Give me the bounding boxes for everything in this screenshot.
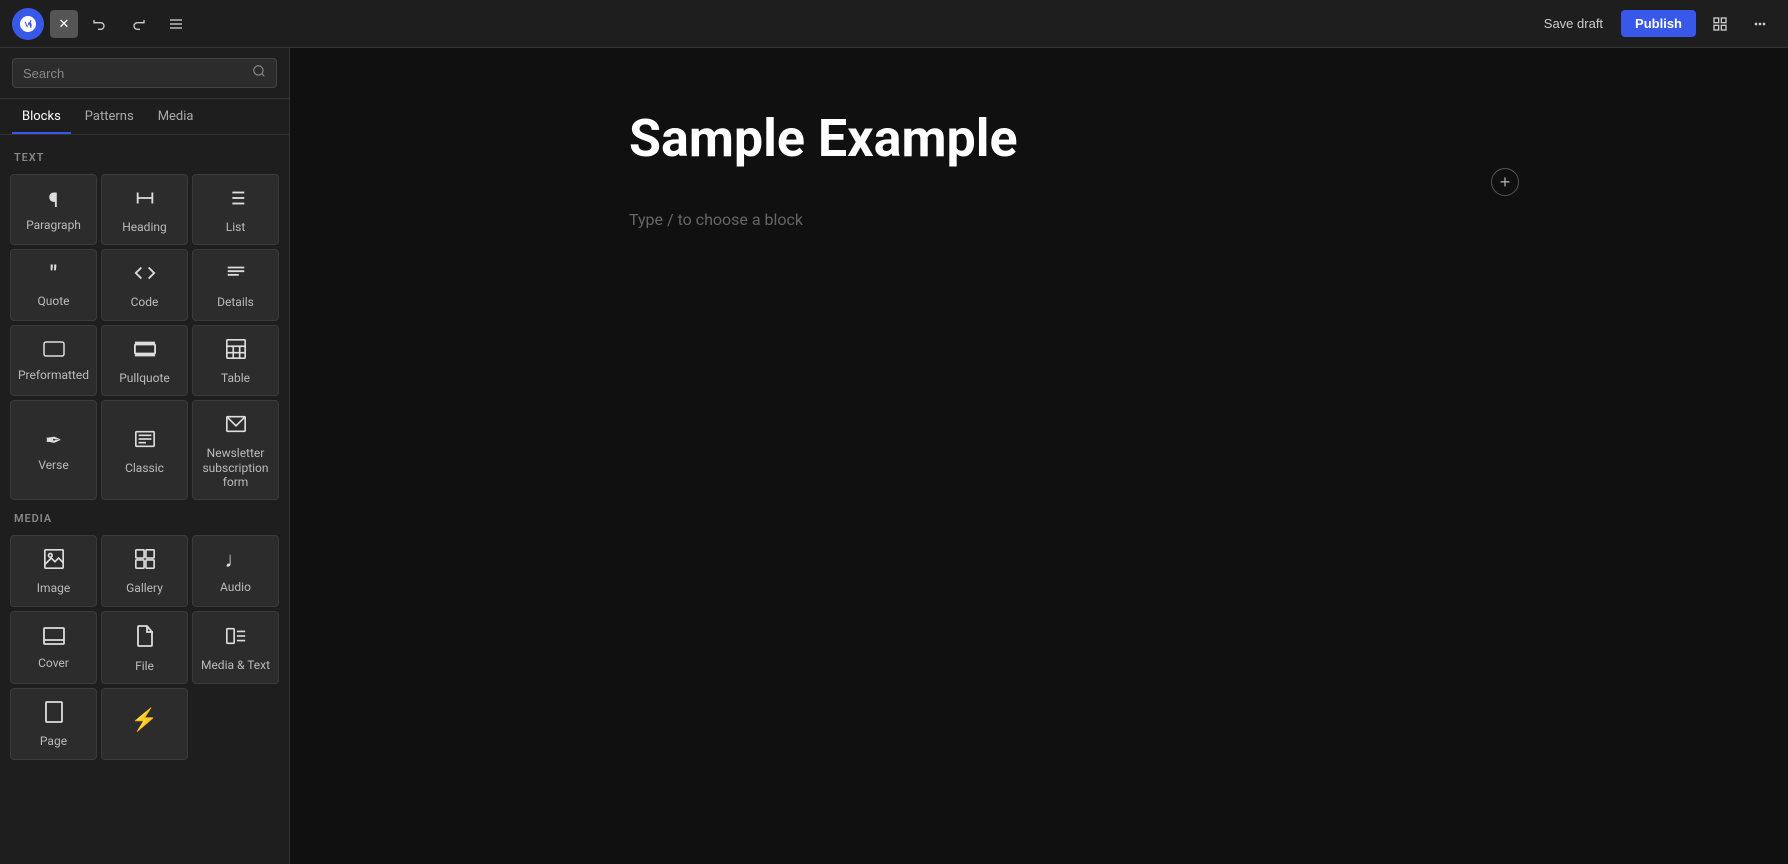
pullquote-icon bbox=[134, 338, 156, 363]
details-icon bbox=[225, 262, 247, 287]
verse-icon: ✒ bbox=[45, 430, 62, 450]
block-item-newsletter[interactable]: Newsletter subscription form bbox=[192, 400, 279, 500]
media-text-icon bbox=[225, 625, 247, 650]
block-item-classic[interactable]: Classic bbox=[101, 400, 188, 500]
block-item-list[interactable]: List bbox=[192, 174, 279, 245]
search-icon bbox=[252, 64, 266, 82]
block-item-details[interactable]: Details bbox=[192, 249, 279, 320]
block-item-quote[interactable]: " Quote bbox=[10, 249, 97, 320]
publish-button[interactable]: Publish bbox=[1621, 10, 1696, 37]
paragraph-icon: ¶ bbox=[49, 190, 59, 210]
block-label-table: Table bbox=[221, 371, 250, 385]
sidebar: Blocks Patterns Media TEXT ¶ Paragraph H… bbox=[0, 48, 290, 864]
block-item-preformatted[interactable]: Preformatted bbox=[10, 325, 97, 396]
block-item-page[interactable]: Page bbox=[10, 688, 97, 759]
block-item-heading[interactable]: Heading bbox=[101, 174, 188, 245]
block-item-code[interactable]: Code bbox=[101, 249, 188, 320]
block-item-verse[interactable]: ✒ Verse bbox=[10, 400, 97, 500]
tabs: Blocks Patterns Media bbox=[0, 99, 289, 135]
topbar-left: ✕ bbox=[12, 8, 192, 40]
preformatted-icon bbox=[43, 340, 65, 360]
block-label-gallery: Gallery bbox=[126, 581, 163, 595]
block-label-code: Code bbox=[131, 295, 159, 309]
list-icon bbox=[225, 187, 247, 212]
block-label-pullquote: Pullquote bbox=[119, 371, 170, 385]
block-label-classic: Classic bbox=[125, 461, 164, 475]
topbar: ✕ Save draft Publish bbox=[0, 0, 1788, 48]
gallery-icon bbox=[134, 548, 156, 573]
block-label-heading: Heading bbox=[122, 220, 167, 234]
text-block-grid: ¶ Paragraph Heading List " bbox=[10, 174, 279, 500]
canvas-area[interactable]: Sample Example Type / to choose a block … bbox=[290, 48, 1788, 864]
block-item-gallery[interactable]: Gallery bbox=[101, 535, 188, 606]
canvas-inner: Sample Example Type / to choose a block … bbox=[589, 48, 1489, 299]
block-item-media-text[interactable]: Media & Text bbox=[192, 611, 279, 684]
code-icon bbox=[134, 262, 156, 287]
save-draft-button[interactable]: Save draft bbox=[1534, 10, 1613, 37]
block-item-cover[interactable]: Cover bbox=[10, 611, 97, 684]
main-layout: Blocks Patterns Media TEXT ¶ Paragraph H… bbox=[0, 48, 1788, 864]
block-item-audio[interactable]: ♩ Audio bbox=[192, 535, 279, 606]
image-icon bbox=[43, 548, 65, 573]
heading-icon bbox=[134, 187, 156, 212]
tab-media[interactable]: Media bbox=[148, 99, 204, 134]
block-label-cover: Cover bbox=[38, 656, 69, 670]
classic-icon bbox=[134, 428, 156, 453]
block-placeholder[interactable]: Type / to choose a block bbox=[629, 200, 1449, 239]
table-icon bbox=[225, 338, 247, 363]
block-label-file: File bbox=[135, 659, 154, 673]
sidebar-scroll[interactable]: TEXT ¶ Paragraph Heading List bbox=[0, 135, 289, 864]
newsletter-icon bbox=[225, 413, 247, 438]
block-label-preformatted: Preformatted bbox=[18, 368, 89, 382]
block-label-newsletter: Newsletter subscription form bbox=[199, 446, 272, 489]
lightning-icon: ⚡ bbox=[131, 710, 158, 732]
redo-button[interactable] bbox=[122, 8, 154, 40]
page-icon bbox=[45, 701, 63, 726]
post-title[interactable]: Sample Example bbox=[629, 108, 1449, 170]
block-label-list: List bbox=[226, 220, 246, 234]
file-icon bbox=[135, 624, 155, 651]
topbar-right: Save draft Publish bbox=[1534, 8, 1776, 40]
block-label-media-text: Media & Text bbox=[201, 658, 270, 672]
block-label-details: Details bbox=[217, 295, 254, 309]
block-item-pullquote[interactable]: Pullquote bbox=[101, 325, 188, 396]
media-block-grid: Image Gallery ♩ Audio Cover bbox=[10, 535, 279, 759]
block-item-paragraph[interactable]: ¶ Paragraph bbox=[10, 174, 97, 245]
tab-blocks[interactable]: Blocks bbox=[12, 99, 71, 134]
audio-icon: ♩ bbox=[225, 550, 247, 572]
wordpress-logo[interactable] bbox=[12, 8, 44, 40]
section-label-media: MEDIA bbox=[14, 512, 275, 525]
block-label-quote: Quote bbox=[37, 294, 69, 308]
undo-button[interactable] bbox=[84, 8, 116, 40]
settings-button[interactable] bbox=[1744, 8, 1776, 40]
block-label-audio: Audio bbox=[220, 580, 251, 594]
close-button[interactable]: ✕ bbox=[50, 10, 78, 38]
block-label-verse: Verse bbox=[38, 458, 68, 472]
search-box bbox=[12, 58, 277, 88]
block-label-paragraph: Paragraph bbox=[26, 218, 81, 232]
tab-patterns[interactable]: Patterns bbox=[75, 99, 144, 134]
section-label-text: TEXT bbox=[14, 151, 275, 164]
search-container bbox=[0, 48, 289, 99]
block-item-image[interactable]: Image bbox=[10, 535, 97, 606]
block-item-lightning[interactable]: ⚡ bbox=[101, 688, 188, 759]
block-item-table[interactable]: Table bbox=[192, 325, 279, 396]
search-input[interactable] bbox=[23, 66, 244, 81]
add-block-button[interactable]: + bbox=[1491, 168, 1519, 196]
quote-icon: " bbox=[50, 264, 57, 286]
block-label-page: Page bbox=[40, 734, 67, 748]
block-item-file[interactable]: File bbox=[101, 611, 188, 684]
view-toggle-button[interactable] bbox=[1704, 8, 1736, 40]
block-label-image: Image bbox=[37, 581, 70, 595]
list-view-button[interactable] bbox=[160, 8, 192, 40]
cover-icon bbox=[43, 627, 65, 648]
